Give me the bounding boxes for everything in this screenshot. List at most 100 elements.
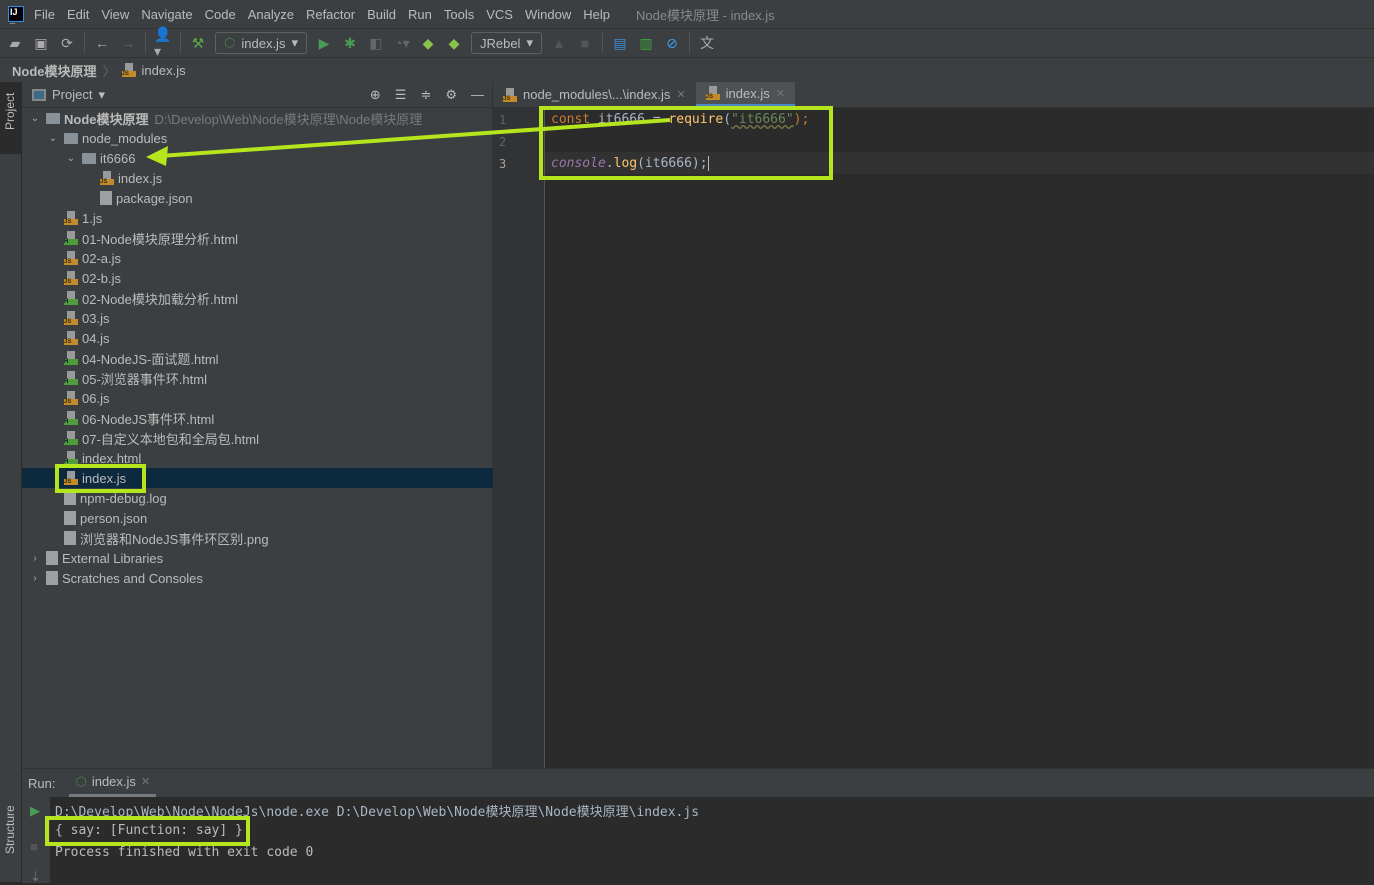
locate-icon[interactable]: ⊕ [370, 87, 381, 103]
tree-item[interactable]: 01-Node模块原理分析.html [22, 228, 493, 248]
tree-item-label: 04-NodeJS-面试题.html [82, 351, 219, 367]
chevron-down-icon[interactable]: ▾ [98, 87, 105, 103]
rebel-icon[interactable]: ▲ [550, 34, 568, 52]
run-icon[interactable]: ▶ [315, 34, 333, 52]
tree-item[interactable]: 07-自定义本地包和全局包.html [22, 428, 493, 448]
chevron-down-icon[interactable]: ⌄ [46, 133, 60, 144]
menu-code[interactable]: Code [205, 7, 236, 22]
tree-item[interactable]: index.js [22, 168, 493, 188]
tree-item[interactable]: 浏览器和NodeJS事件环区别.png [22, 528, 493, 548]
user-icon[interactable]: 👤▾ [154, 26, 172, 59]
menu-analyze[interactable]: Analyze [248, 7, 294, 22]
tab-node-modules-index-js[interactable]: node_modules\...\index.js ✕ [493, 82, 696, 107]
close-icon[interactable]: ✕ [141, 775, 150, 788]
run-tool-strip: ▶ ■ ⇣ [22, 797, 50, 885]
rerun-icon[interactable]: ▶ [30, 803, 40, 819]
tree-item[interactable]: 06.js [22, 388, 493, 408]
scroll-to-end-icon[interactable]: ⇣ [30, 869, 41, 885]
chevron-right-icon[interactable]: › [28, 553, 42, 564]
code-text: ( [723, 112, 732, 127]
project-structure-icon[interactable]: ▤ [611, 34, 629, 52]
structure-tool-tab[interactable]: Structure [3, 805, 17, 854]
breadcrumb-project[interactable]: Node模块原理 [12, 61, 97, 80]
line-number: 2 [499, 135, 507, 149]
tree-item[interactable]: › External Libraries [22, 548, 493, 568]
menu-help[interactable]: Help [583, 7, 610, 22]
save-icon[interactable]: ▣ [32, 34, 50, 52]
breadcrumb-file[interactable]: index.js [142, 63, 186, 78]
run-tab[interactable]: ⬡ index.js ✕ [69, 769, 157, 797]
chevron-down-icon[interactable]: ⌄ [28, 113, 42, 124]
js-file-icon [64, 271, 78, 285]
console-exit-message: Process finished with exit code 0 [55, 845, 314, 860]
tree-item[interactable]: 03.js [22, 308, 493, 328]
debug-bug-icon[interactable]: ✱ [341, 34, 359, 52]
menu-tools[interactable]: Tools [444, 7, 474, 22]
menu-vcs[interactable]: VCS [486, 7, 513, 22]
forward-icon[interactable]: → [119, 34, 137, 52]
profile-icon[interactable]: ◔▾ [393, 34, 411, 52]
code-text: . [605, 156, 614, 171]
menu-build[interactable]: Build [367, 7, 396, 22]
menu-run[interactable]: Run [408, 7, 432, 22]
menu-file[interactable]: File [34, 7, 55, 22]
gear-icon[interactable]: ⚙ [445, 87, 457, 103]
tree-item[interactable]: index.js [22, 468, 493, 488]
project-view-select[interactable]: Project [52, 87, 92, 102]
chevron-right-icon[interactable]: › [28, 573, 42, 584]
run-config-select[interactable]: ⬡ index.js ▾ [215, 32, 307, 54]
menu-view[interactable]: View [101, 7, 129, 22]
close-icon[interactable]: ✕ [776, 87, 785, 100]
jrebel-debug-icon[interactable]: ◆ [445, 34, 463, 52]
tree-item[interactable]: ⌄ node_modules [22, 128, 493, 148]
tree-item[interactable]: 02-a.js [22, 248, 493, 268]
tree-item[interactable]: 1.js [22, 208, 493, 228]
toolbar: ▰ ▣ ⟳ ← → 👤▾ ⚒ ⬡ index.js ▾ ▶ ✱ ◧ ◔▾ ◆ ◆ J… [0, 26, 1374, 59]
jrebel-run-icon[interactable]: ◆ [419, 34, 437, 52]
code-line-1[interactable]: const it6666 = require("it6666"); [551, 112, 809, 127]
close-icon[interactable]: ✕ [676, 88, 685, 101]
menu-navigate[interactable]: Navigate [141, 7, 192, 22]
console-command: D:\Develop\Web\Node\NodeJs\node.exe D:\D… [55, 805, 700, 820]
run-tab-label: index.js [91, 774, 136, 789]
menu-edit[interactable]: Edit [67, 7, 89, 22]
divider [145, 33, 146, 53]
back-icon[interactable]: ← [93, 34, 111, 52]
tree-item[interactable]: package.json [22, 188, 493, 208]
stop-icon[interactable]: ■ [30, 839, 38, 854]
tree-item[interactable]: › Scratches and Consoles [22, 568, 493, 588]
expand-all-icon[interactable]: ☰ [395, 87, 407, 103]
jrebel-select[interactable]: JRebel ▾ [470, 32, 542, 54]
tree-item[interactable]: 04.js [22, 328, 493, 348]
tree-item-label: index.html [82, 450, 142, 466]
menu-window[interactable]: Window [525, 7, 571, 22]
block-icon[interactable]: ⊘ [663, 34, 681, 52]
code-line-3[interactable]: console.log(it6666); [551, 156, 709, 171]
collapse-all-icon[interactable]: ≑ [420, 87, 431, 103]
monitor-icon[interactable]: ▥ [637, 34, 655, 52]
chevron-down-icon[interactable]: ⌄ [64, 153, 78, 164]
coverage-icon[interactable]: ◧ [367, 34, 385, 52]
minimize-icon[interactable]: — [471, 87, 484, 102]
build-hammer-icon[interactable]: ⚒ [189, 34, 207, 52]
stop-icon[interactable]: ■ [576, 34, 594, 52]
menu-refactor[interactable]: Refactor [306, 7, 355, 22]
tree-item[interactable]: ⌄ Node模块原理 D:\Develop\Web\Node模块原理\Node模块原… [22, 108, 493, 128]
sync-icon[interactable]: ⟳ [58, 34, 76, 52]
tree-item-label: package.json [116, 190, 193, 206]
project-tool-tab[interactable]: Project [3, 93, 17, 130]
tree-item[interactable]: npm-debug.log [22, 488, 493, 508]
tab-index-js[interactable]: index.js ✕ [695, 82, 795, 107]
tree-item[interactable]: index.html [22, 448, 493, 468]
tree-item[interactable]: 05-浏览器事件环.html [22, 368, 493, 388]
tree-item[interactable]: ⌄ it6666 [22, 148, 493, 168]
open-folder-icon[interactable]: ▰ [6, 34, 24, 52]
file-icon [64, 491, 76, 505]
tree-item[interactable]: 02-Node模块加载分析.html [22, 288, 493, 308]
translate-icon[interactable]: 文 [698, 34, 716, 52]
tree-item[interactable]: 06-NodeJS事件环.html [22, 408, 493, 428]
tree-item[interactable]: 02-b.js [22, 268, 493, 288]
tree-item[interactable]: person.json [22, 508, 493, 528]
tree-item[interactable]: 04-NodeJS-面试题.html [22, 348, 493, 368]
line-number: 1 [499, 113, 507, 127]
